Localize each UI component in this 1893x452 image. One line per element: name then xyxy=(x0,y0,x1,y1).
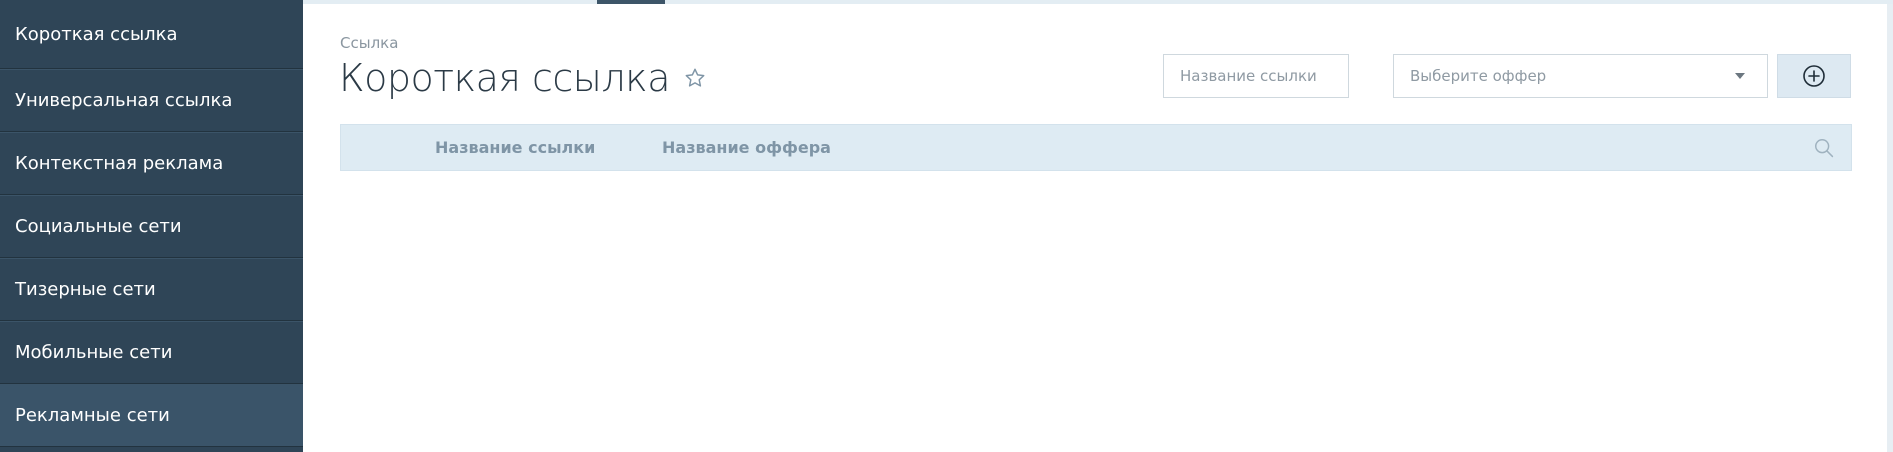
sidebar-item-teaser-networks[interactable]: Тизерные сети xyxy=(0,258,303,321)
link-name-input[interactable] xyxy=(1163,54,1349,98)
plus-circle-icon xyxy=(1803,65,1825,87)
offer-select[interactable]: Выберите оффер xyxy=(1393,54,1768,98)
sidebar-item-context-ads[interactable]: Контекстная реклама xyxy=(0,132,303,195)
sidebar-item-label: Мобильные сети xyxy=(15,342,173,363)
sidebar-item-mobile-networks[interactable]: Мобильные сети xyxy=(0,321,303,384)
main-content: Ссылка Короткая ссылка Выберите оффер На… xyxy=(303,0,1893,452)
sidebar-item-universal-link[interactable]: Универсальная ссылка xyxy=(0,69,303,132)
sidebar: Короткая ссылка Универсальная ссылка Кон… xyxy=(0,0,303,452)
star-outline-icon[interactable] xyxy=(684,67,706,89)
sidebar-item-label: Тизерные сети xyxy=(15,279,156,300)
app-window: Короткая ссылка Универсальная ссылка Кон… xyxy=(0,0,1893,452)
offer-select-value: Выберите оффер xyxy=(1410,67,1547,85)
column-header-offer-name[interactable]: Название оффера xyxy=(662,125,831,170)
sidebar-item-label: Контекстная реклама xyxy=(15,153,224,174)
caret-down-icon xyxy=(1735,73,1745,79)
breadcrumb[interactable]: Ссылка xyxy=(340,34,398,52)
scroll-gutter xyxy=(1887,4,1893,452)
sidebar-item-label: Социальные сети xyxy=(15,216,182,237)
sidebar-item-label: Универсальная ссылка xyxy=(15,90,233,111)
sidebar-item-label: Рекламные сети xyxy=(15,405,170,426)
table-header: Название ссылки Название оффера xyxy=(340,124,1852,171)
sidebar-item-label: Короткая ссылка xyxy=(15,23,178,45)
page-title-row: Короткая ссылка xyxy=(339,56,706,100)
column-header-link-name[interactable]: Название ссылки xyxy=(435,125,595,170)
sidebar-item-social-networks[interactable]: Социальные сети xyxy=(0,195,303,258)
add-link-button[interactable] xyxy=(1777,54,1851,98)
sidebar-item-ad-networks[interactable]: Рекламные сети xyxy=(0,384,303,447)
search-icon[interactable] xyxy=(1813,137,1835,159)
active-tab-indicator xyxy=(597,0,665,4)
breadcrumb-item[interactable]: Ссылка xyxy=(340,34,398,52)
page-title: Короткая ссылка xyxy=(339,56,671,100)
sidebar-item-short-link[interactable]: Короткая ссылка xyxy=(0,0,303,69)
